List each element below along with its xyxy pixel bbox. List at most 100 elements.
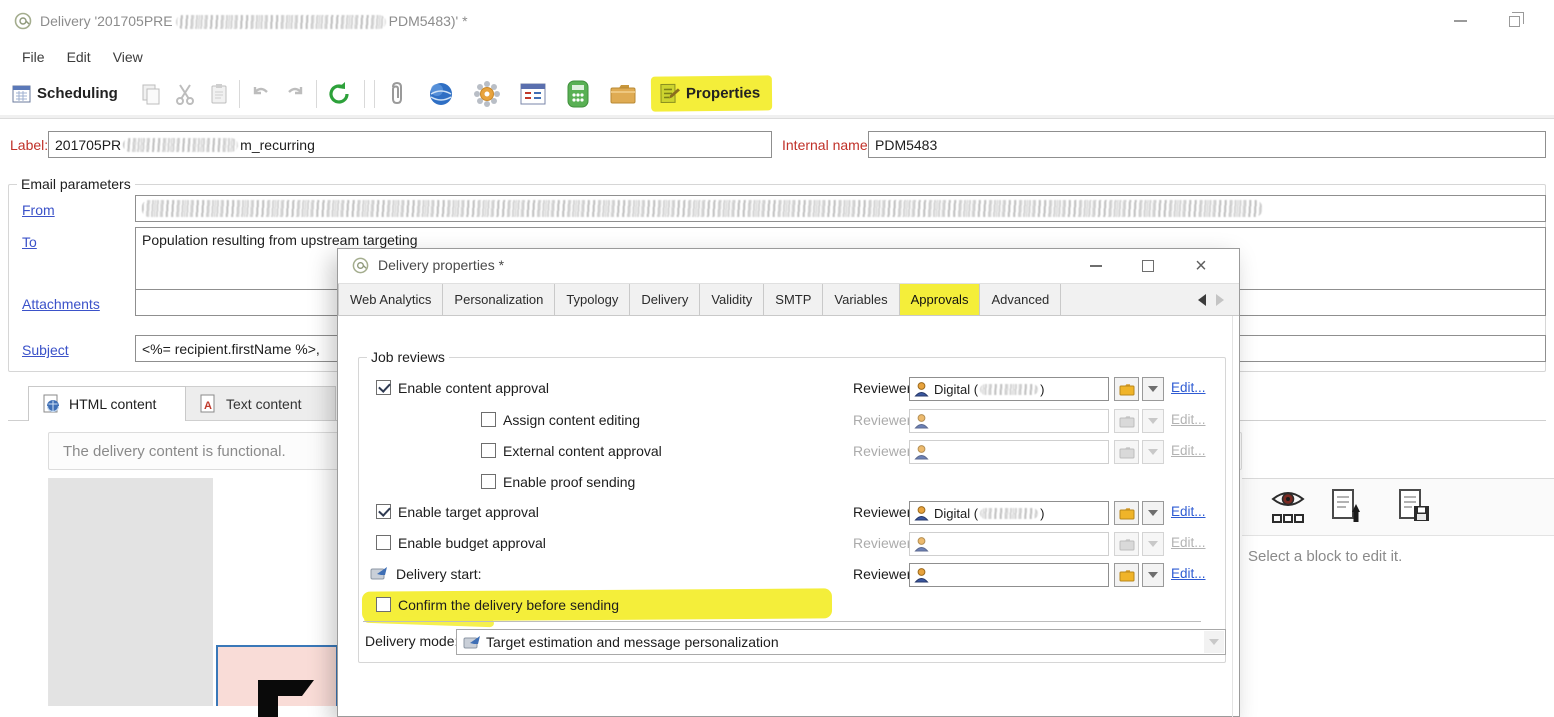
folder-small-icon (1119, 569, 1135, 582)
menu-file[interactable]: File (22, 49, 45, 65)
reviewer-dropdown-button[interactable] (1142, 377, 1164, 401)
edit-reviewer-link-disabled: Edit... (1171, 443, 1206, 458)
delivery-mode-dropdown-disabled (1204, 631, 1224, 653)
tab-html-content-label: HTML content (69, 396, 156, 412)
refresh-icon[interactable] (326, 81, 352, 107)
menu-edit[interactable]: Edit (67, 49, 91, 65)
reports-calculator-icon[interactable] (565, 80, 591, 108)
tab-smtp[interactable]: SMTP (764, 284, 823, 315)
operator-icon (914, 444, 929, 460)
menu-bar: File Edit View (0, 44, 1554, 70)
delivery-mode-caption: Delivery mode: (365, 633, 458, 649)
reviewer-caption: Reviewer: (853, 535, 915, 551)
attachments-link[interactable]: Attachments (22, 296, 100, 312)
tab-scroll-left-icon[interactable] (1198, 294, 1206, 306)
undo-icon[interactable] (249, 83, 273, 105)
dialog-title-bar: Delivery properties * × (338, 249, 1239, 283)
document-save-icon[interactable] (1398, 488, 1432, 528)
select-folder-button[interactable] (1114, 377, 1139, 401)
label-input[interactable]: 201705PRm_recurring (48, 131, 772, 158)
edit-reviewer-link[interactable]: Edit... (1171, 504, 1206, 519)
service-gear-icon[interactable] (473, 80, 501, 108)
dialog-close-button[interactable]: × (1182, 252, 1220, 280)
text-content-icon: A (200, 394, 217, 414)
folder-icon[interactable] (609, 82, 637, 106)
properties-icon (658, 81, 680, 105)
select-folder-button[interactable] (1114, 563, 1139, 587)
redacted-reviewer-value (980, 384, 1038, 395)
tab-validity[interactable]: Validity (700, 284, 764, 315)
approval-row: Enable budget approval Reviewer: Edit... (338, 532, 1241, 556)
assign-content-editing-checkbox[interactable] (481, 412, 496, 427)
dialog-app-icon (352, 257, 369, 274)
dialog-minimize-button[interactable] (1077, 252, 1115, 280)
edit-reviewer-link[interactable]: Edit... (1171, 566, 1206, 581)
edit-reviewer-link-disabled: Edit... (1171, 535, 1206, 550)
tab-html-content[interactable]: HTML content (28, 386, 186, 421)
reviewer-field[interactable]: Digital () (909, 377, 1109, 401)
reviewer-dropdown-button[interactable] (1142, 501, 1164, 525)
from-link[interactable]: From (22, 202, 55, 218)
reviewer-dropdown-button[interactable] (1142, 563, 1164, 587)
document-upload-icon[interactable] (1330, 488, 1362, 528)
enable-target-approval-checkbox[interactable] (376, 504, 391, 519)
confirm-delivery-checkbox[interactable] (376, 597, 391, 612)
reviewer-field[interactable]: Digital () (909, 501, 1109, 525)
select-folder-button[interactable] (1114, 501, 1139, 525)
tab-advanced[interactable]: Advanced (980, 284, 1061, 315)
email-content-block[interactable] (216, 645, 338, 706)
content-status-text: The delivery content is functional. (63, 443, 286, 460)
attachment-icon[interactable] (385, 81, 409, 107)
enable-target-approval-label: Enable target approval (398, 504, 539, 520)
subject-link[interactable]: Subject (22, 342, 69, 358)
enable-content-approval-checkbox[interactable] (376, 380, 391, 395)
edit-reviewer-link[interactable]: Edit... (1171, 380, 1206, 395)
enable-proof-sending-checkbox[interactable] (481, 474, 496, 489)
preview-eye-icon[interactable] (1270, 488, 1306, 526)
dialog-maximize-button[interactable] (1129, 252, 1167, 280)
tab-text-content-label: Text content (226, 396, 302, 412)
main-toolbar: Scheduling Properties (0, 72, 1554, 118)
deliveries-globe-icon[interactable] (427, 80, 455, 108)
internal-name-input[interactable]: PDM5483 (868, 131, 1546, 158)
tab-delivery[interactable]: Delivery (630, 284, 700, 315)
tab-text-content[interactable]: A Text content (186, 386, 336, 421)
window-restore-button[interactable] (1494, 8, 1534, 34)
delivery-mode-select[interactable]: Target estimation and message personaliz… (456, 629, 1226, 655)
menu-view[interactable]: View (113, 49, 143, 65)
approval-row: Enable target approval Reviewer: Digital… (338, 501, 1241, 525)
external-content-approval-label: External content approval (503, 443, 662, 459)
external-content-approval-checkbox[interactable] (481, 443, 496, 458)
group-separator (363, 621, 1201, 622)
reviewer-field[interactable] (909, 563, 1109, 587)
enable-budget-approval-checkbox[interactable] (376, 535, 391, 550)
tab-scroll-right-icon[interactable] (1216, 294, 1224, 306)
planning-calendar-icon[interactable] (519, 81, 547, 107)
chevron-down-icon (1148, 386, 1158, 392)
tab-typology[interactable]: Typology (555, 284, 630, 315)
tab-personalization[interactable]: Personalization (443, 284, 555, 315)
to-link[interactable]: To (22, 234, 37, 250)
redo-icon[interactable] (283, 83, 307, 105)
scheduling-label: Scheduling (37, 85, 118, 102)
paste-icon[interactable] (208, 82, 230, 106)
cut-icon[interactable] (174, 82, 196, 106)
tab-variables[interactable]: Variables (823, 284, 899, 315)
delivery-properties-dialog: Delivery properties * × Web Analytics Pe… (337, 248, 1240, 717)
confirm-delivery-label: Confirm the delivery before sending (398, 597, 619, 613)
approval-row: Confirm the delivery before sending (338, 594, 1241, 618)
properties-button[interactable]: Properties (651, 75, 773, 111)
edit-reviewer-link-disabled: Edit... (1171, 412, 1206, 427)
window-minimize-button[interactable] (1440, 8, 1480, 34)
operator-icon (914, 381, 929, 397)
copy-icon[interactable] (140, 82, 162, 106)
scheduling-button[interactable]: Scheduling (12, 84, 118, 103)
reviewer-field-disabled (909, 440, 1109, 464)
tab-approvals[interactable]: Approvals (900, 284, 981, 315)
email-parameters-legend: Email parameters (17, 176, 135, 192)
reviewer-caption: Reviewer: (853, 566, 915, 582)
letter-f-graphic (256, 680, 316, 717)
tab-web-analytics[interactable]: Web Analytics (338, 284, 443, 315)
from-input[interactable] (135, 195, 1546, 222)
html-content-icon (43, 394, 60, 414)
